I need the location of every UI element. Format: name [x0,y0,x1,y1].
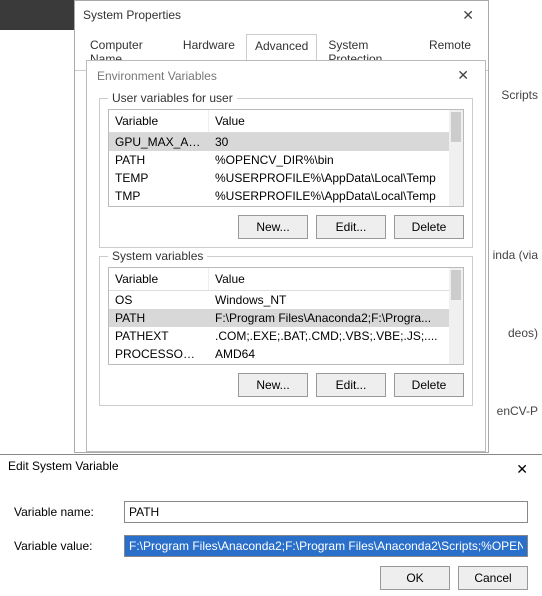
delete-button[interactable]: Delete [394,373,464,397]
system-variables-group: System variables Variable Value OSWindow… [99,256,473,406]
scroll-thumb[interactable] [451,270,461,300]
scroll-thumb[interactable] [451,112,461,142]
variable-name-label: Variable name: [14,505,106,519]
sysprop-titlebar: System Properties ✕ [75,1,488,29]
header-value[interactable]: Value [209,268,463,290]
user-group-legend: User variables for user [108,91,237,105]
ok-button[interactable]: OK [380,566,450,590]
edit-titlebar: Edit System Variable ✕ [0,455,542,484]
table-row[interactable]: OSWindows_NT [109,291,463,309]
variable-name-input[interactable] [124,501,528,523]
header-value[interactable]: Value [209,110,463,132]
environment-variables-window: Environment Variables ✕ User variables f… [86,60,486,452]
user-variables-table[interactable]: Variable Value GPU_MAX_ALLO...30 PATH%OP… [108,109,464,207]
bg-text: enCV-P [497,404,538,418]
new-button[interactable]: New... [238,215,308,239]
scrollbar[interactable] [449,110,463,206]
system-variables-table[interactable]: Variable Value OSWindows_NT PATHF:\Progr… [108,267,464,365]
delete-button[interactable]: Delete [394,215,464,239]
edit-button[interactable]: Edit... [316,373,386,397]
table-row[interactable]: PATHEXT.COM;.EXE;.BAT;.CMD;.VBS;.VBE;.JS… [109,327,463,345]
sysprop-title: System Properties [83,8,181,22]
env-titlebar: Environment Variables ✕ [87,61,485,90]
bg-text: deos) [508,326,538,340]
header-variable[interactable]: Variable [109,110,209,132]
table-header: Variable Value [109,268,463,291]
variable-value-label: Variable value: [14,539,106,553]
close-icon[interactable]: ✕ [456,5,480,26]
header-variable[interactable]: Variable [109,268,209,290]
table-header: Variable Value [109,110,463,133]
variable-value-input[interactable] [124,535,528,557]
bg-text: inda (via [493,248,538,262]
edit-button[interactable]: Edit... [316,215,386,239]
background-dark-bar [0,0,82,30]
table-row[interactable]: TEMP%USERPROFILE%\AppData\Local\Temp [109,169,463,187]
edit-window-title: Edit System Variable [8,459,119,480]
bg-text: Scripts [501,88,538,102]
new-button[interactable]: New... [238,373,308,397]
scrollbar[interactable] [449,268,463,364]
table-row[interactable]: PATHF:\Program Files\Anaconda2;F:\Progra… [109,309,463,327]
edit-system-variable-window: Edit System Variable ✕ Variable name: Va… [0,454,542,586]
env-title: Environment Variables [97,69,217,83]
table-row[interactable]: GPU_MAX_ALLO...30 [109,133,463,151]
close-icon[interactable]: ✕ [510,459,534,480]
table-row[interactable]: PROCESSOR_A...AMD64 [109,345,463,363]
sys-group-legend: System variables [108,249,207,263]
close-icon[interactable]: ✕ [451,65,475,86]
table-row[interactable]: TMP%USERPROFILE%\AppData\Local\Temp [109,187,463,205]
cancel-button[interactable]: Cancel [458,566,528,590]
user-variables-group: User variables for user Variable Value G… [99,98,473,248]
table-row[interactable]: PATH%OPENCV_DIR%\bin [109,151,463,169]
